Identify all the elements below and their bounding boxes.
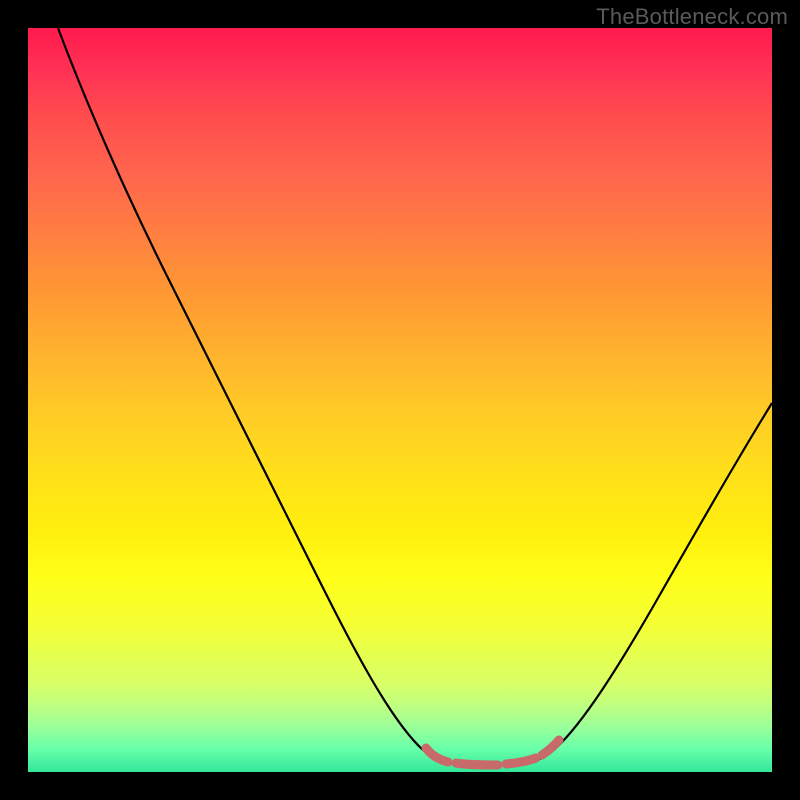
bottom-marker-segment xyxy=(456,763,498,765)
chart-svg xyxy=(28,28,772,772)
bottom-marker-segment xyxy=(426,748,448,762)
plot-area xyxy=(28,28,772,772)
chart-container: TheBottleneck.com xyxy=(0,0,800,800)
bottom-marker-segment xyxy=(506,758,536,764)
bottom-marker-segment xyxy=(542,740,559,755)
bottom-marker-group xyxy=(426,740,559,765)
watermark-text: TheBottleneck.com xyxy=(596,4,788,30)
bottleneck-curve xyxy=(58,28,772,765)
